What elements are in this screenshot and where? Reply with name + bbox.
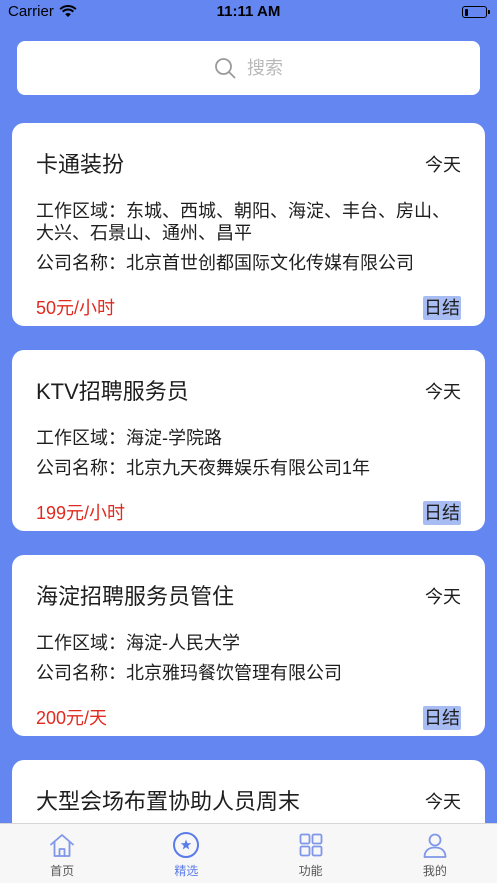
job-card-header: 海淀招聘服务员管住 今天 — [36, 583, 461, 611]
battery-cap — [488, 10, 490, 14]
search-placeholder: 搜索 — [247, 58, 283, 78]
job-pay: 199元/小时 — [36, 503, 126, 523]
job-date: 今天 — [425, 587, 461, 607]
job-area-label: 工作区域： — [36, 633, 126, 653]
job-area: 海淀-学院路 — [126, 428, 222, 448]
job-company-label: 公司名称： — [36, 663, 126, 683]
tab-label: 我的 — [422, 864, 447, 878]
tab-bar: 首页 精选 功能 我的 — [0, 823, 497, 883]
tab-label: 首页 — [50, 864, 75, 878]
job-company: 北京雅玛餐饮管理有限公司 — [126, 663, 342, 683]
status-bar: Carrier 11:11 AM — [0, 0, 497, 24]
job-date: 今天 — [425, 155, 461, 175]
settlement-badge: 日结 — [423, 706, 461, 730]
job-card-header: 卡通装扮 今天 — [36, 151, 461, 179]
job-details: 工作区域：海淀-学院路 公司名称：北京九天夜舞娱乐有限公司1年 — [36, 427, 461, 479]
job-details: 工作区域：海淀-人民大学 公司名称：北京雅玛餐饮管理有限公司 — [36, 632, 461, 684]
job-list: 卡通装扮 今天 工作区域：东城、西城、朝阳、海淀、丰台、房山、大兴、石景山、通州… — [12, 123, 485, 880]
job-card[interactable]: KTV招聘服务员 今天 工作区域：海淀-学院路 公司名称：北京九天夜舞娱乐有限公… — [12, 350, 485, 531]
battery-level — [464, 8, 468, 16]
star-circle-icon — [173, 832, 200, 858]
job-company: 北京首世创都国际文化传媒有限公司 — [126, 253, 414, 273]
settlement-badge: 日结 — [423, 501, 461, 525]
tab-label: 精选 — [174, 864, 199, 878]
tab-home[interactable]: 首页 — [0, 824, 124, 883]
job-card[interactable]: 海淀招聘服务员管住 今天 工作区域：海淀-人民大学 公司名称：北京雅玛餐饮管理有… — [12, 555, 485, 736]
job-area-row: 工作区域：海淀-人民大学 — [36, 632, 461, 654]
job-company-row: 公司名称：北京九天夜舞娱乐有限公司1年 — [36, 457, 461, 479]
clock: 11:11 AM — [216, 3, 281, 20]
job-area-row: 工作区域：海淀-学院路 — [36, 427, 461, 449]
job-date: 今天 — [425, 382, 461, 402]
grid-icon — [299, 833, 323, 857]
job-company-label: 公司名称： — [36, 458, 126, 478]
job-card-header: 大型会场布置协助人员周末 今天 — [36, 788, 461, 816]
job-company-row: 公司名称：北京雅玛餐饮管理有限公司 — [36, 662, 461, 684]
tab-profile[interactable]: 我的 — [373, 824, 497, 883]
job-area-row: 工作区域：东城、西城、朝阳、海淀、丰台、房山、大兴、石景山、通州、昌平 — [36, 200, 461, 244]
job-area: 海淀-人民大学 — [126, 633, 240, 653]
job-area-label: 工作区域： — [36, 428, 126, 448]
tab-featured[interactable]: 精选 — [124, 824, 248, 883]
home-icon — [50, 834, 75, 857]
job-title: 海淀招聘服务员管住 — [36, 584, 235, 609]
search-icon — [215, 58, 236, 79]
tab-label: 功能 — [298, 864, 323, 878]
job-title: 大型会场布置协助人员周末 — [36, 789, 301, 814]
job-card[interactable]: 卡通装扮 今天 工作区域：东城、西城、朝阳、海淀、丰台、房山、大兴、石景山、通州… — [12, 123, 485, 326]
search-bar[interactable]: 搜索 — [17, 41, 480, 95]
job-pay: 200元/天 — [36, 708, 108, 728]
job-card-footer: 200元/天 日结 — [36, 706, 461, 730]
job-date: 今天 — [425, 792, 461, 812]
job-pay: 50元/小时 — [36, 298, 116, 318]
settlement-badge: 日结 — [423, 296, 461, 320]
job-area-label: 工作区域： — [36, 201, 126, 221]
job-company-label: 公司名称： — [36, 253, 126, 273]
job-card-footer: 50元/小时 日结 — [36, 296, 461, 320]
job-card-header: KTV招聘服务员 今天 — [36, 378, 461, 406]
tab-functions[interactable]: 功能 — [249, 824, 373, 883]
battery-icon — [462, 6, 487, 18]
job-card-footer: 199元/小时 日结 — [36, 501, 461, 525]
job-title: 卡通装扮 — [36, 152, 125, 177]
job-company: 北京九天夜舞娱乐有限公司1年 — [126, 458, 371, 478]
job-details: 工作区域：东城、西城、朝阳、海淀、丰台、房山、大兴、石景山、通州、昌平 公司名称… — [36, 200, 461, 274]
job-company-row: 公司名称：北京首世创都国际文化传媒有限公司 — [36, 252, 461, 274]
person-icon — [423, 833, 447, 858]
job-title: KTV招聘服务员 — [36, 379, 189, 404]
